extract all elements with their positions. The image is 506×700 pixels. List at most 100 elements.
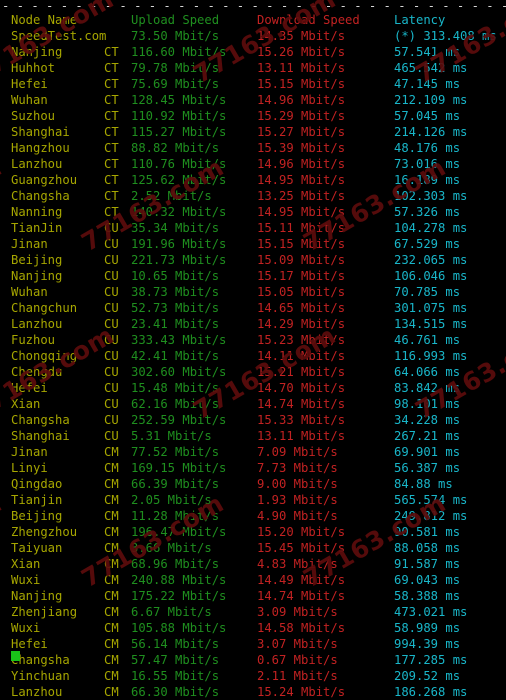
cell-isp: CU [104,397,119,411]
cell-latency: 98.101 ms [394,397,461,411]
cell-download: 14.11 Mbit/s [257,349,346,363]
cell-node-name: Jinan [11,445,48,459]
cell-download: 14.70 Mbit/s [257,381,346,395]
table-row: Wuhan CU 38.73 Mbit/s 15.05 Mbit/s 70.785 ms [0,284,506,300]
cell-isp: CU [104,413,119,427]
cell-isp: CU [104,269,119,283]
cell-isp: CT [104,77,119,91]
cell-latency: 48.176 ms [394,141,461,155]
cell-isp: CU [104,253,119,267]
cell-upload: 110.76 Mbit/s [131,157,227,171]
cell-node-name: Beijing [11,509,63,523]
cell-download: 15.23 Mbit/s [257,333,346,347]
cell-node-name: Changchun [11,301,78,315]
cell-isp: CT [104,157,119,171]
cell-upload: 62.16 Mbit/s [131,397,220,411]
cell-node-name: Jinan [11,237,48,251]
cell-isp: CT [104,205,119,219]
table-row: Fuzhou CU 333.43 Mbit/s 15.23 Mbit/s 46.761 … [0,332,506,348]
cell-isp: CU [104,237,119,251]
table-row: Zhenjiang CM 6.67 Mbit/s 3.09 Mbit/s 473.021… [0,604,506,620]
table-row: Changsha CT 2.52 Mbit/s 13.25 Mbit/s 102.303… [0,188,506,204]
table-header-row: Node Name Upload Speed Download Speed La… [0,12,506,28]
table-row: Wuxi CM 105.88 Mbit/s 14.58 Mbit/s 58.989 ms [0,620,506,636]
table-row: Changchun CU 52.73 Mbit/s 14.65 Mbit/s 301.0… [0,300,506,316]
cell-node-name: Nanning [11,205,63,219]
column-header-latency: Latency [394,13,446,27]
cell-upload: 88.82 Mbit/s [131,141,220,155]
cell-isp: CM [104,557,119,571]
table-row: Guangzhou CT 125.62 Mbit/s 14.95 Mbit/s 16.1… [0,172,506,188]
cell-upload: 128.45 Mbit/s [131,93,227,107]
cell-isp: CM [104,493,119,507]
table-row: Chongqing CU 42.41 Mbit/s 14.11 Mbit/s 116.9… [0,348,506,364]
cell-isp: CU [104,333,119,347]
cell-download: 15.15 Mbit/s [257,237,346,251]
cell-latency: 56.387 ms [394,461,461,475]
cell-download: 15.15 Mbit/s [257,77,346,91]
cell-upload: 73.50 Mbit/s [131,29,220,43]
table-body: SpeedTest.com 73.50 Mbit/s 14.35 Mbit/s (*)… [0,28,506,700]
table-row: Xian CU 62.16 Mbit/s 14.74 Mbit/s 98.101 ms [0,396,506,412]
cell-latency: 16.189 ms [394,173,461,187]
cell-download: 15.29 Mbit/s [257,109,346,123]
table-row: Nanjing CT 116.60 Mbit/s 15.26 Mbit/s 57.541… [0,44,506,60]
cell-download: 4.90 Mbit/s [257,509,338,523]
cell-upload: 110.92 Mbit/s [131,109,227,123]
table-row: Xian CM 68.96 Mbit/s 4.83 Mbit/s 91.587 ms [0,556,506,572]
cell-download: 14.74 Mbit/s [257,589,346,603]
cell-latency: 106.046 ms [394,269,468,283]
cell-isp: CT [104,125,119,139]
cell-node-name: Linyi [11,461,48,475]
cell-isp: CT [104,61,119,75]
cell-upload: 66.39 Mbit/s [131,477,220,491]
cell-node-name: Chongqing [11,349,78,363]
cell-node-name: Tianjin [11,493,63,507]
cell-isp: CM [104,605,119,619]
cell-upload: 77.52 Mbit/s [131,445,220,459]
cell-node-name: Nanjing [11,589,63,603]
cell-download: 13.11 Mbit/s [257,61,346,75]
cell-download: 7.09 Mbit/s [257,445,338,459]
cell-upload: 196.47 Mbit/s [131,525,227,539]
cell-latency: 58.388 ms [394,589,461,603]
cell-latency: 209.52 ms [394,669,461,683]
cell-latency: 91.587 ms [394,557,461,571]
table-row: Wuhan CT 128.45 Mbit/s 14.96 Mbit/s 212.109 … [0,92,506,108]
cell-upload: 68.96 Mbit/s [131,557,220,571]
cell-latency: 267.21 ms [394,429,461,443]
cell-download: 13.11 Mbit/s [257,429,346,443]
cell-isp: CT [104,189,119,203]
cell-download: 3.07 Mbit/s [257,637,338,651]
cell-latency: 88.058 ms [394,541,461,555]
cell-download: 14.96 Mbit/s [257,93,346,107]
cell-upload: 191.96 Mbit/s [131,237,227,251]
cell-download: 15.05 Mbit/s [257,285,346,299]
table-row: Changsha CM 57.47 Mbit/s 0.67 Mbit/s 177.285… [0,652,506,668]
cell-latency: (*) 313.408 ms [394,29,497,43]
cell-isp: CT [104,141,119,155]
cell-upload: 169.15 Mbit/s [131,461,227,475]
cell-latency: 64.066 ms [394,365,461,379]
cell-download: 4.83 Mbit/s [257,557,338,571]
cell-isp: CU [104,365,119,379]
cell-isp: CT [104,173,119,187]
cell-node-name: Qingdao [11,477,63,491]
cell-upload: 125.62 Mbit/s [131,173,227,187]
cell-upload: 57.47 Mbit/s [131,653,220,667]
cell-isp: CM [104,573,119,587]
cell-latency: 134.515 ms [394,317,468,331]
table-row: SpeedTest.com 73.50 Mbit/s 14.35 Mbit/s (*)… [0,28,506,44]
table-row: Lanzhou CT 110.76 Mbit/s 14.96 Mbit/s 73.016… [0,156,506,172]
cell-latency: 465.542 ms [394,61,468,75]
cell-latency: 102.303 ms [394,189,468,203]
cell-isp: CU [104,349,119,363]
cell-latency: 57.045 ms [394,109,461,123]
cell-download: 14.49 Mbit/s [257,573,346,587]
cell-isp: CM [104,525,119,539]
cell-latency: 249.812 ms [394,509,468,523]
cell-isp: CM [104,621,119,635]
cell-isp: CM [104,669,119,683]
cell-isp: CM [104,637,119,651]
table-row: Linyi CM 169.15 Mbit/s 7.73 Mbit/s 56.387 ms [0,460,506,476]
